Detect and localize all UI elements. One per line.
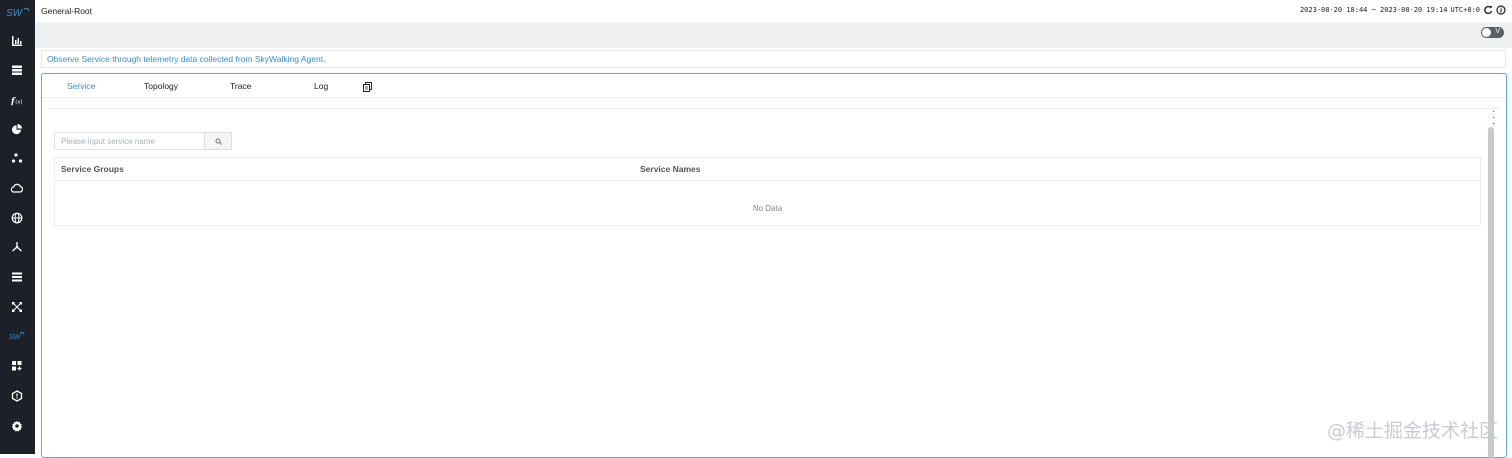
chart-icon[interactable] — [7, 31, 27, 51]
database-icon[interactable] — [7, 60, 27, 80]
description-text: Observe Service through telemetry data c… — [47, 54, 326, 64]
table-header: Service Groups Service Names — [55, 158, 1480, 181]
info-icon[interactable] — [1496, 5, 1506, 15]
search-icon — [215, 138, 222, 145]
toolbar: V — [35, 22, 1512, 48]
mesh-icon[interactable] — [7, 237, 27, 257]
edit-mode-toggle[interactable]: V — [1481, 27, 1504, 38]
svg-text:(x): (x) — [15, 99, 22, 105]
nodes-icon[interactable] — [7, 148, 27, 168]
toggle-label: V — [1495, 28, 1500, 35]
header-bar: General-Root 2023-08-20 18:44 ~ 2023-08-… — [35, 0, 1512, 22]
dashboard-add-icon[interactable] — [7, 356, 27, 376]
shield-icon[interactable] — [7, 386, 27, 406]
list-icon[interactable] — [7, 267, 27, 287]
watermark: @稀土掘金技术社区 — [1326, 420, 1498, 442]
tab-bar: Service Topology Trace Log — [42, 74, 1506, 98]
time-range[interactable]: 2023-08-20 18:44 ~ 2023-08-20 19:14 — [1300, 6, 1448, 14]
column-service-names: Service Names — [640, 164, 701, 174]
tab-log[interactable]: Log — [314, 81, 328, 91]
scrollbar[interactable] — [1488, 127, 1494, 458]
settings-icon[interactable] — [7, 416, 27, 436]
page-title: General-Root — [41, 6, 93, 16]
tab-trace[interactable]: Trace — [230, 81, 251, 91]
refresh-icon[interactable] — [1483, 5, 1493, 15]
pie-icon[interactable] — [7, 119, 27, 139]
tab-service[interactable]: Service — [67, 81, 95, 91]
svg-text:SW: SW — [6, 8, 24, 18]
function-icon[interactable]: f (x) — [7, 90, 27, 110]
toggle-knob — [1482, 28, 1491, 37]
sidebar: SW f (x) SW — [0, 0, 35, 454]
search-input[interactable] — [54, 132, 205, 150]
service-table: Service Groups Service Names No Data — [54, 157, 1481, 226]
column-service-groups: Service Groups — [61, 164, 124, 174]
network-icon[interactable] — [7, 297, 27, 317]
search-bar — [54, 132, 232, 150]
description-banner: Observe Service through telemetry data c… — [41, 50, 1506, 68]
tabs-panel: Service Topology Trace Log ··· Service G… — [41, 73, 1507, 458]
globe-icon[interactable] — [7, 208, 27, 228]
tab-topology[interactable]: Topology — [144, 81, 178, 91]
cloud-icon[interactable] — [7, 178, 27, 198]
skywalking-logo-icon[interactable]: SW — [6, 6, 30, 18]
empty-text: No Data — [752, 204, 783, 213]
copy-icon[interactable] — [363, 82, 372, 92]
svg-text:SW: SW — [9, 334, 22, 341]
timezone: UTC+8:0 — [1450, 6, 1480, 14]
skywalking-icon[interactable]: SW — [7, 326, 27, 346]
search-button[interactable] — [205, 132, 232, 150]
